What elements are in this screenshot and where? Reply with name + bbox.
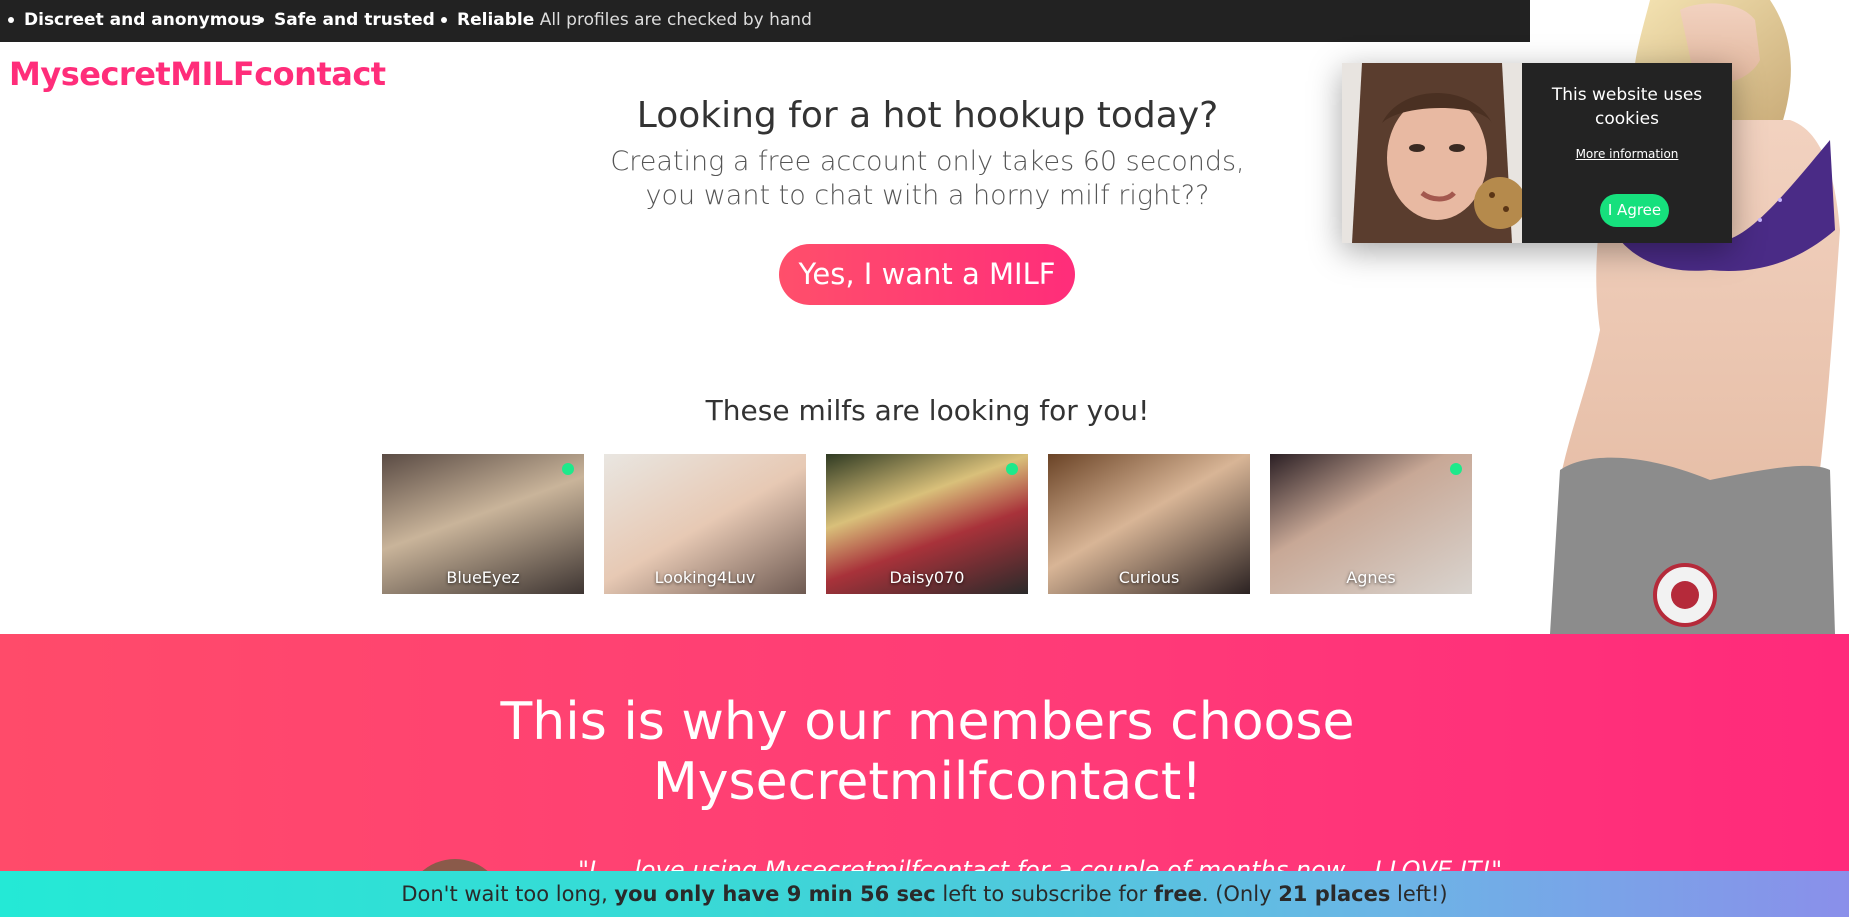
cookie-popup-photo bbox=[1342, 63, 1526, 243]
banner-text: . (Only bbox=[1201, 882, 1279, 906]
cookie-more-info-link[interactable]: More information bbox=[1522, 147, 1732, 161]
cookie-consent-popup: This website uses cookies More informati… bbox=[1342, 63, 1732, 243]
cookie-agree-button[interactable]: I Agree bbox=[1600, 194, 1669, 227]
feature-label: Discreet and anonymous bbox=[24, 10, 262, 30]
cta-button[interactable]: Yes, I want a MILF bbox=[779, 244, 1075, 305]
banner-text: Don't wait too long, bbox=[401, 882, 615, 906]
site-logo[interactable]: MysecretMILFcontact bbox=[9, 55, 386, 93]
banner-text: left to subscribe for bbox=[935, 882, 1154, 906]
bullet-icon bbox=[258, 17, 264, 23]
banner-countdown: you only have 9 min 56 sec bbox=[614, 882, 936, 906]
feature-label: Reliable bbox=[457, 10, 535, 30]
feature-label: Safe and trusted bbox=[274, 10, 435, 30]
profile-name: Daisy070 bbox=[889, 568, 965, 587]
online-indicator-icon bbox=[562, 463, 574, 475]
profile-name: Curious bbox=[1118, 568, 1180, 587]
members-title-line1: This is why our members choose bbox=[500, 692, 1355, 752]
members-title: This is why our members choose Mysecretm… bbox=[0, 692, 1849, 812]
members-title-line2: Mysecretmilfcontact! bbox=[652, 752, 1203, 812]
feature-safe: Safe and trusted bbox=[258, 10, 435, 30]
online-indicator-icon bbox=[1006, 463, 1018, 475]
bullet-icon bbox=[8, 17, 14, 23]
profiles-heading: These milfs are looking for you! bbox=[705, 394, 1150, 427]
profile-name: Looking4Luv bbox=[654, 568, 756, 587]
cookie-message: This website uses cookies bbox=[1551, 85, 1703, 129]
profile-card[interactable]: Curious bbox=[1048, 454, 1250, 594]
profile-card[interactable]: Daisy070 bbox=[826, 454, 1028, 594]
online-indicator-icon bbox=[1450, 463, 1462, 475]
countdown-banner: Don't wait too long, you only have 9 min… bbox=[0, 871, 1849, 917]
feature-discreet: Discreet and anonymous bbox=[8, 10, 261, 30]
profile-card[interactable]: Agnes bbox=[1270, 454, 1472, 594]
bullet-icon bbox=[441, 17, 447, 23]
profile-card[interactable]: Looking4Luv bbox=[604, 454, 806, 594]
profile-name: BlueEyez bbox=[446, 568, 520, 587]
banner-text: left!) bbox=[1390, 882, 1448, 906]
banner-free: free bbox=[1153, 882, 1202, 906]
profile-name: Agnes bbox=[1346, 568, 1396, 587]
feature-reliable: Reliable All profiles are checked by han… bbox=[441, 10, 812, 30]
feature-detail: All profiles are checked by hand bbox=[539, 10, 812, 30]
banner-places: 21 places bbox=[1278, 882, 1391, 906]
profile-card[interactable]: BlueEyez bbox=[382, 454, 584, 594]
